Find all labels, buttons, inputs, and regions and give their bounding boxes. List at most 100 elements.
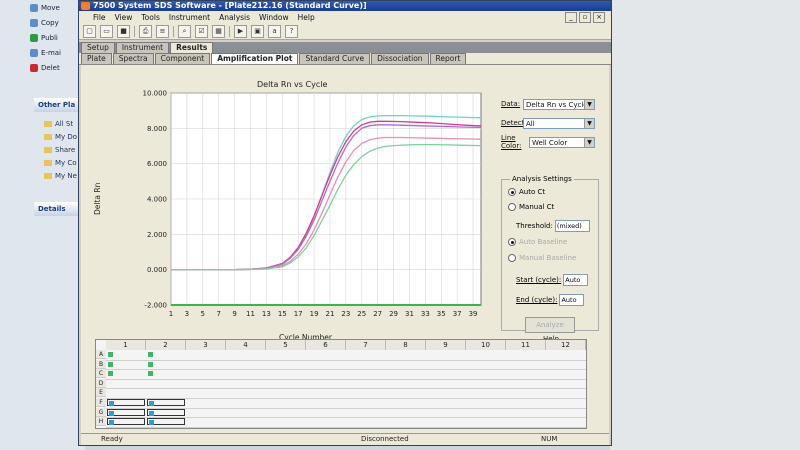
auto-ct-radio[interactable]: Auto Ct	[508, 188, 545, 196]
place-my-documents[interactable]: My Do	[44, 133, 77, 141]
detector-tag-icon	[108, 361, 113, 367]
grid-row-header[interactable]: A	[96, 350, 106, 359]
grid-column-header[interactable]: 6	[306, 340, 346, 350]
detector-tag-icon	[148, 371, 153, 377]
grid-row-header[interactable]: B	[96, 359, 106, 369]
run-icon[interactable]: ▶	[234, 24, 247, 38]
new-file-icon[interactable]: ▢	[83, 24, 96, 38]
y-tick-label: 0.000	[147, 266, 167, 274]
menu-window[interactable]: Window	[259, 13, 289, 22]
auto-baseline-radio[interactable]: Auto Baseline	[508, 238, 567, 246]
manual-ct-radio[interactable]: Manual Ct	[508, 203, 554, 211]
grid-column-header[interactable]: 2	[146, 340, 186, 350]
tab-component[interactable]: Component	[154, 53, 211, 64]
checklist-icon[interactable]: ☑	[195, 24, 208, 38]
grid-column-header[interactable]: 12	[546, 340, 586, 350]
grid-column-header[interactable]: 11	[506, 340, 546, 350]
detector-select[interactable]: All ▼	[523, 117, 595, 129]
tab-standard-curve[interactable]: Standard Curve	[299, 53, 371, 64]
end-cycle-input[interactable]: Auto	[559, 294, 585, 306]
grid-column-header[interactable]: 8	[386, 340, 426, 350]
task-email[interactable]: E-mai	[30, 45, 85, 60]
grid-column-header[interactable]: 3	[186, 340, 226, 350]
grid-row-header[interactable]: E	[96, 388, 106, 398]
place-shared[interactable]: Share	[44, 146, 75, 154]
delete-icon	[30, 63, 38, 72]
well-cell[interactable]	[107, 351, 145, 358]
start-cycle-input[interactable]: Auto	[563, 274, 589, 286]
well-cell[interactable]	[147, 418, 185, 426]
grid-row-header[interactable]: G	[96, 407, 106, 417]
task-delete[interactable]: Delet	[30, 60, 85, 75]
grid-row-header[interactable]: D	[96, 378, 106, 388]
spelling-icon[interactable]: a	[268, 24, 281, 38]
well-cell[interactable]	[107, 370, 145, 377]
grid-column-header[interactable]: 4	[226, 340, 266, 350]
well-cell[interactable]	[107, 418, 145, 426]
end-cycle-field: End (cycle): Auto	[516, 294, 585, 306]
grid-row-header[interactable]: C	[96, 369, 106, 379]
well-cell[interactable]	[107, 408, 145, 416]
help-icon[interactable]: ?	[285, 24, 298, 38]
grid-column-header[interactable]: 10	[466, 340, 506, 350]
place-all-st[interactable]: All St	[44, 120, 73, 128]
grid-row-header[interactable]: H	[96, 417, 106, 427]
well-cell[interactable]	[147, 361, 185, 368]
x-tick-label: 5	[201, 310, 205, 318]
line-color-label: Line Color:	[501, 134, 522, 150]
tab-report[interactable]: Report	[429, 53, 467, 64]
menu-file[interactable]: File	[93, 13, 106, 22]
detector-tag-icon	[148, 361, 153, 367]
place-my-computer[interactable]: My Co	[44, 159, 77, 167]
task-move[interactable]: Move	[30, 0, 85, 15]
well-cell[interactable]	[147, 399, 185, 406]
menu-help[interactable]: Help	[298, 13, 315, 22]
tab-results[interactable]: Results	[170, 42, 214, 53]
menu-instrument[interactable]: Instrument	[169, 13, 210, 22]
amplification-chart: 1 3 5 7 9 11 13 15 17 19 21 23 25 27 29 31 33 35 37 3910.00…	[143, 90, 482, 318]
status-num: NUM	[541, 435, 558, 443]
grid-column-header[interactable]: 7	[346, 340, 386, 350]
menu-analysis[interactable]: Analysis	[219, 13, 250, 22]
data-select[interactable]: Delta Rn vs Cycle ▼	[523, 98, 595, 110]
chevron-down-icon: ▼	[584, 118, 594, 128]
y-tick-label: 2.000	[147, 231, 167, 239]
tab-instrument[interactable]: Instrument	[115, 42, 170, 53]
report-icon[interactable]: ≡	[156, 24, 169, 38]
grid-row-header[interactable]: F	[96, 398, 106, 407]
line-color-select[interactable]: Well Color ▼	[529, 136, 595, 148]
analyze-button[interactable]: Analyze	[525, 317, 575, 333]
inspect-icon[interactable]: ⌕	[178, 24, 191, 38]
close-icon[interactable]: ×	[593, 12, 605, 23]
well-cell[interactable]	[107, 399, 145, 406]
restore-icon[interactable]: ▫	[579, 12, 591, 23]
well-cell[interactable]	[107, 361, 145, 368]
menu-tools[interactable]: Tools	[141, 13, 159, 22]
x-tick-label: 23	[341, 310, 350, 318]
save-icon[interactable]: ■	[117, 24, 130, 38]
tab-setup[interactable]: Setup	[81, 42, 115, 53]
threshold-input[interactable]: (mixed)	[554, 220, 590, 232]
open-folder-icon[interactable]: ▭	[100, 24, 113, 38]
app-icon	[81, 2, 90, 10]
grid-column-header[interactable]: 1	[106, 340, 146, 350]
analyze-icon[interactable]: ▣	[251, 24, 264, 38]
well-cell[interactable]	[147, 408, 185, 416]
toolbar-separator	[134, 25, 135, 37]
grid-column-header[interactable]: 5	[266, 340, 306, 350]
task-publish[interactable]: Publi	[30, 30, 85, 45]
grid-column-header[interactable]: 9	[426, 340, 466, 350]
grid-icon[interactable]: ▦	[212, 24, 225, 38]
manual-baseline-radio[interactable]: Manual Baseline	[508, 254, 576, 262]
well-cell[interactable]	[147, 351, 185, 358]
tab-amplification-plot[interactable]: Amplification Plot	[211, 53, 299, 64]
task-copy[interactable]: Copy	[30, 15, 85, 30]
well-cell[interactable]	[147, 370, 185, 377]
tab-spectra[interactable]: Spectra	[112, 53, 154, 64]
tab-plate[interactable]: Plate	[81, 53, 112, 64]
print-icon[interactable]: ⎙	[139, 24, 152, 38]
minimize-icon[interactable]: _	[565, 12, 577, 23]
tab-dissociation[interactable]: Dissociation	[371, 53, 429, 64]
menu-view[interactable]: View	[115, 13, 133, 22]
place-my-network[interactable]: My Ne	[44, 172, 77, 180]
